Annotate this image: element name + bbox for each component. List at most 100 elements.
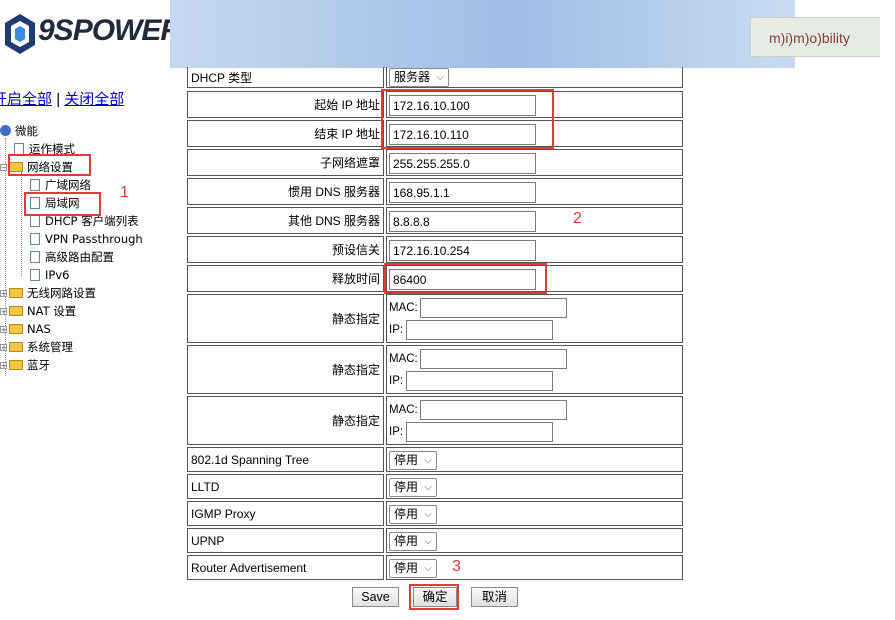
dhcp-type-select[interactable]: 服务器 ⌵ xyxy=(389,68,450,87)
highlight-network-settings xyxy=(8,154,91,176)
chevron-down-icon: ⌵ xyxy=(424,482,433,493)
highlight-lan xyxy=(24,192,101,216)
subnet-input[interactable]: 255.255.255.0 xyxy=(389,153,536,174)
spanning-tree-select[interactable]: 停用 ⌵ xyxy=(389,451,438,470)
static-mac-input[interactable] xyxy=(420,400,567,420)
expand-icon[interactable]: + xyxy=(0,290,7,298)
highlight-ip-range xyxy=(381,89,554,149)
static-lease-row: 静态指定 MAC: IP: xyxy=(187,396,683,445)
ip-label: IP: xyxy=(389,426,404,438)
logo-shield-icon xyxy=(5,14,35,54)
chevron-down-icon: ⌵ xyxy=(436,72,445,83)
lltd-select[interactable]: 停用 ⌵ xyxy=(389,478,438,497)
page-icon xyxy=(30,269,40,281)
dhcp-type-row: DHCP 类型 服务器 ⌵ xyxy=(187,67,683,88)
dhcp-type-label: DHCP 类型 xyxy=(187,67,384,88)
static-lease-label: 静态指定 xyxy=(187,294,384,343)
tree-root[interactable]: 微能 xyxy=(0,122,38,140)
static-lease-label: 静态指定 xyxy=(187,396,384,445)
lease-time-label: 释放时间 xyxy=(187,265,384,292)
tree-item-vpn-passthrough[interactable]: VPN Passthrough xyxy=(30,230,143,248)
tree-item-ipv6[interactable]: IPv6 xyxy=(30,266,69,284)
chevron-down-icon: ⌵ xyxy=(424,509,433,520)
step-marker-3: 3 xyxy=(452,558,461,575)
secondary-dns-input[interactable]: 8.8.8.8 xyxy=(389,211,536,232)
save-button[interactable]: Save xyxy=(352,587,399,607)
chevron-down-icon: ⌵ xyxy=(424,536,433,547)
globe-icon xyxy=(0,125,11,136)
subnet-label: 子网络遮罩 xyxy=(187,149,384,176)
logo-text: 9SPOWER xyxy=(38,14,182,47)
collapse-icon[interactable]: − xyxy=(0,164,7,172)
upnp-label: UPNP xyxy=(187,528,384,553)
ip-label: IP: xyxy=(389,375,404,387)
gateway-input[interactable]: 172.16.10.254 xyxy=(389,240,536,261)
collapse-all-link[interactable]: 关闭全部 xyxy=(64,91,124,108)
static-ip-input[interactable] xyxy=(406,371,553,391)
spanning-tree-row: 802.1d Spanning Tree 停用 ⌵ xyxy=(187,447,683,472)
highlight-confirm xyxy=(409,584,459,610)
folder-icon xyxy=(9,324,23,334)
lltd-label: LLTD xyxy=(187,474,384,499)
static-mac-input[interactable] xyxy=(420,298,567,318)
lltd-row: LLTD 停用 ⌵ xyxy=(187,474,683,499)
primary-dns-input[interactable]: 168.95.1.1 xyxy=(389,182,536,203)
mac-label: MAC: xyxy=(389,302,418,314)
secondary-dns-row: 其他 DNS 服务器 8.8.8.8 xyxy=(187,207,683,234)
static-lease-row: 静态指定 MAC: IP: xyxy=(187,294,683,343)
static-lease-label: 静态指定 xyxy=(187,345,384,394)
tree-item-advanced-routing[interactable]: 高级路由配置 xyxy=(30,248,114,266)
expand-collapse-links: 开启全部 | 关闭全部 xyxy=(0,88,124,109)
folder-icon xyxy=(9,306,23,316)
mac-label: MAC: xyxy=(389,353,418,365)
tree-item-bluetooth[interactable]: + 蓝牙 xyxy=(0,356,50,374)
folder-icon xyxy=(9,360,23,370)
gateway-label: 预设信关 xyxy=(187,236,384,263)
tree-item-system[interactable]: + 系统管理 xyxy=(0,338,73,356)
page-icon xyxy=(30,251,40,263)
link-separator: | xyxy=(56,91,61,108)
mimobility-logo: m)i)m)o)bility xyxy=(750,17,880,57)
cancel-button[interactable]: 取消 xyxy=(471,587,518,607)
router-advertisement-label: Router Advertisement xyxy=(187,555,384,580)
gateway-row: 预设信关 172.16.10.254 xyxy=(187,236,683,263)
end-ip-label: 结束 IP 地址 xyxy=(187,120,384,147)
igmp-proxy-row: IGMP Proxy 停用 ⌵ xyxy=(187,501,683,526)
primary-dns-row: 惯用 DNS 服务器 168.95.1.1 xyxy=(187,178,683,205)
expand-icon[interactable]: + xyxy=(0,362,7,370)
igmp-proxy-label: IGMP Proxy xyxy=(187,501,384,526)
expand-icon[interactable]: + xyxy=(0,344,7,352)
tree-item-nat[interactable]: + NAT 设置 xyxy=(0,302,76,320)
highlight-lease-time xyxy=(384,263,547,294)
subnet-row: 子网络遮罩 255.255.255.0 xyxy=(187,149,683,176)
igmp-proxy-select[interactable]: 停用 ⌵ xyxy=(389,505,438,524)
logo: 9SPOWER xyxy=(0,0,182,68)
mac-label: MAC: xyxy=(389,404,418,416)
spanning-tree-label: 802.1d Spanning Tree xyxy=(187,447,384,472)
page-icon xyxy=(30,179,40,191)
static-lease-row: 静态指定 MAC: IP: xyxy=(187,345,683,394)
static-ip-input[interactable] xyxy=(406,422,553,442)
folder-icon xyxy=(9,342,23,352)
router-advertisement-select[interactable]: 停用 ⌵ xyxy=(389,559,438,578)
static-mac-input[interactable] xyxy=(420,349,567,369)
page-icon xyxy=(30,215,40,227)
chevron-down-icon: ⌵ xyxy=(424,455,433,466)
ip-label: IP: xyxy=(389,324,404,336)
step-marker-1: 1 xyxy=(120,184,129,201)
primary-dns-label: 惯用 DNS 服务器 xyxy=(187,178,384,205)
step-marker-2: 2 xyxy=(573,210,582,227)
expand-all-link[interactable]: 开启全部 xyxy=(0,91,52,108)
upnp-row: UPNP 停用 ⌵ xyxy=(187,528,683,553)
expand-icon[interactable]: + xyxy=(0,326,7,334)
page-icon xyxy=(30,233,40,245)
router-advertisement-row: Router Advertisement 停用 ⌵ xyxy=(187,555,683,580)
header-banner xyxy=(170,0,795,68)
secondary-dns-label: 其他 DNS 服务器 xyxy=(187,207,384,234)
upnp-select[interactable]: 停用 ⌵ xyxy=(389,532,438,551)
tree-item-wireless[interactable]: + 无线网路设置 xyxy=(0,284,96,302)
tree-item-nas[interactable]: + NAS xyxy=(0,320,51,338)
expand-icon[interactable]: + xyxy=(0,308,7,316)
chevron-down-icon: ⌵ xyxy=(424,563,433,574)
static-ip-input[interactable] xyxy=(406,320,553,340)
